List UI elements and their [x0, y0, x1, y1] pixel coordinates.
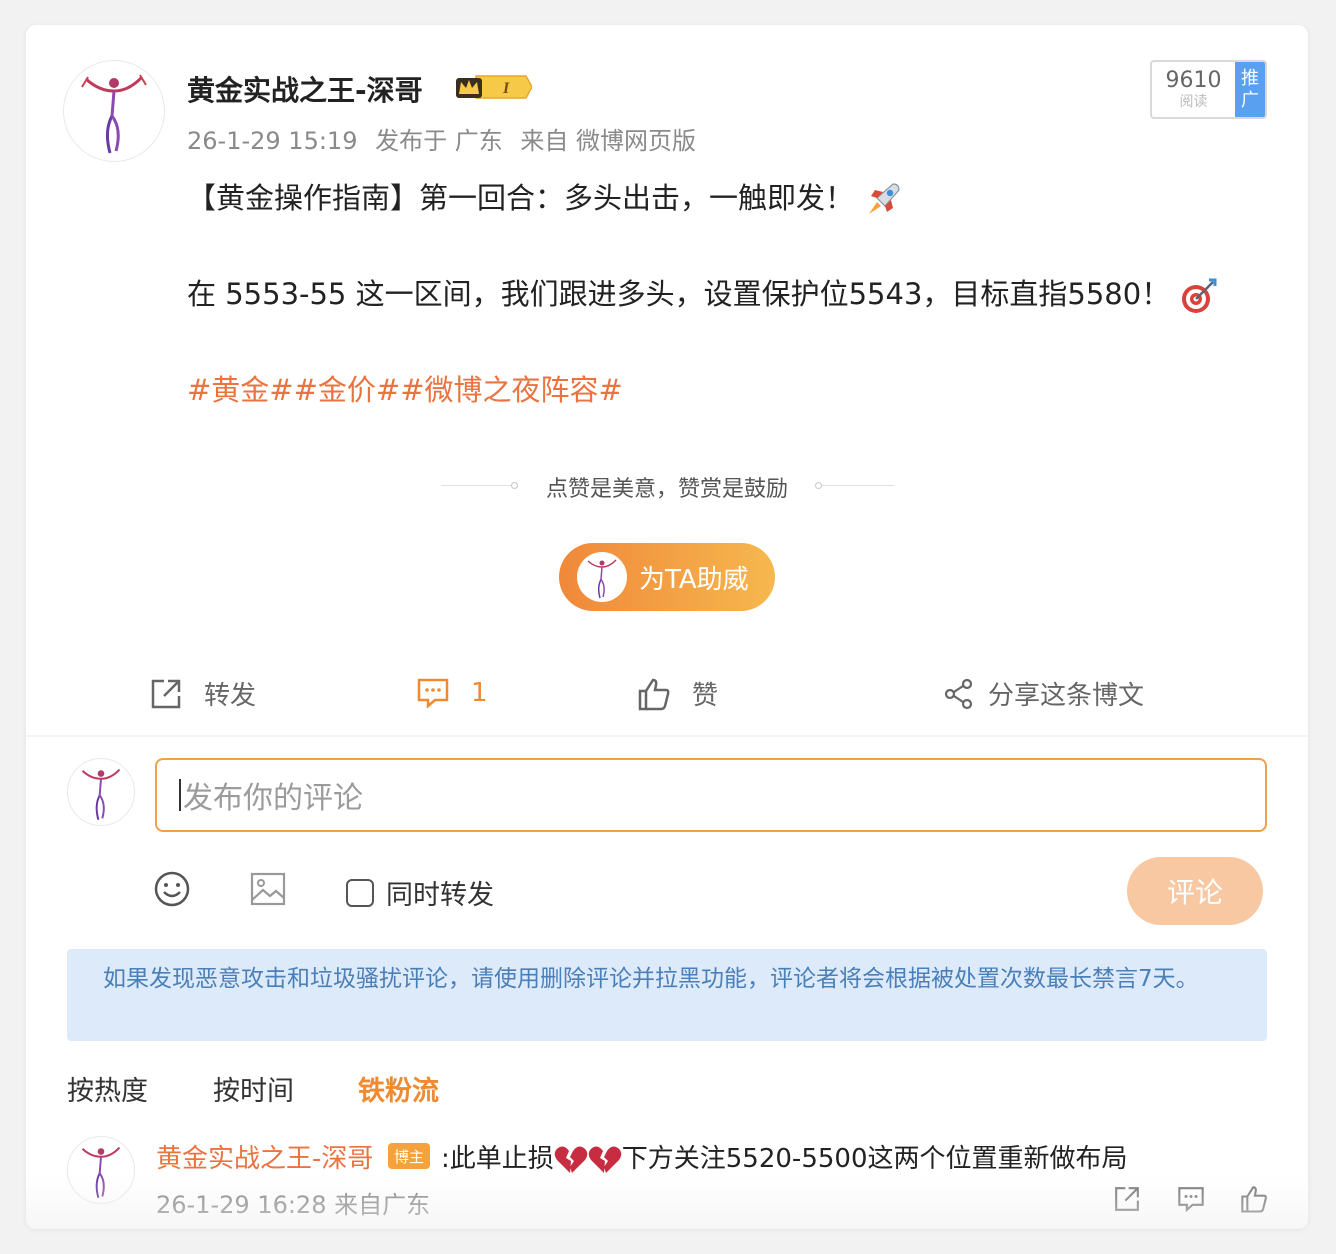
comment-timestamp: 26-1-29 16:28: [156, 1191, 327, 1219]
cheer-button[interactable]: 为TA助威: [559, 543, 775, 611]
broken-heart-icon: [588, 1146, 622, 1173]
dancer-logo-icon: [81, 768, 121, 820]
cheer-avatar: [577, 552, 627, 602]
broken-heart-icon: [554, 1146, 588, 1173]
cheer-label: 为TA助威: [639, 564, 749, 595]
comment-input[interactable]: 发布你的评论: [155, 758, 1267, 832]
repost-icon: [151, 679, 181, 708]
tab-sort-time[interactable]: 按时间: [213, 1069, 294, 1108]
repost-label: 转发: [204, 681, 257, 711]
dancer-logo-icon: [81, 74, 147, 154]
like-action[interactable]: 赞: [636, 675, 718, 712]
comment-author[interactable]: 黄金实战之王-深哥: [156, 1138, 373, 1175]
image-upload-icon[interactable]: [249, 870, 287, 908]
post-source: 来自 微博网页版: [520, 127, 697, 155]
text-caret: [179, 779, 181, 811]
dancer-logo-icon: [81, 1146, 121, 1198]
post-card: 黄金实战之王-深哥 I 26-1-29 15:19 发布于 广东 来自 微博网页…: [26, 25, 1308, 1229]
comment-reply-icon[interactable]: [1176, 1184, 1206, 1214]
share-action[interactable]: 分享这条博文: [944, 675, 1144, 712]
host-badge: 博主: [388, 1143, 430, 1169]
comment-repost-icon[interactable]: [1112, 1184, 1142, 1214]
post-meta: 26-1-29 15:19 发布于 广东 来自 微博网页版: [187, 121, 706, 156]
share-icon: [944, 678, 973, 709]
divider-dot-right: [815, 482, 822, 489]
repost-action[interactable]: 转发: [148, 675, 256, 712]
comment-count: 1: [471, 678, 488, 708]
post-timestamp[interactable]: 26-1-29 15:19: [187, 127, 357, 155]
comment-text: :此单止损 下方关注5520-5500这两个位置重新做布局: [441, 1144, 1128, 1174]
emoji-picker-icon[interactable]: [153, 870, 191, 908]
tab-sort-fans[interactable]: 铁粉流: [358, 1069, 439, 1108]
read-count: 9610: [1165, 67, 1222, 93]
post-hashtags[interactable]: #黄金##金价##微博之夜阵容#: [187, 367, 623, 409]
share-label: 分享这条博文: [988, 681, 1145, 711]
author-avatar[interactable]: [63, 60, 165, 162]
like-label: 赞: [692, 681, 719, 711]
author-name[interactable]: 黄金实战之王-深哥: [187, 69, 423, 109]
post-line-2: 在 5553-55 这一区间，我们跟进多头，设置保护位5543，目标直指5580…: [187, 271, 1219, 316]
post-line-1: 【黄金操作指南】第一回合：多头出击，一触即发！: [187, 175, 903, 220]
comment-placeholder: 发布你的评论: [183, 781, 363, 816]
dancer-logo-icon: [587, 559, 617, 599]
comment-icon: [417, 678, 449, 709]
action-bar: 转发 1 赞 分享这条博文: [26, 665, 1308, 725]
comment-source: 来自广东: [334, 1191, 431, 1219]
also-repost-label: 同时转发: [386, 880, 494, 911]
crown-badge-icon[interactable]: I: [454, 72, 532, 102]
rocket-icon: [869, 183, 900, 214]
comment-action[interactable]: 1: [415, 675, 488, 711]
tab-sort-hot[interactable]: 按热度: [67, 1069, 148, 1108]
my-avatar[interactable]: [67, 758, 135, 826]
promote-button[interactable]: 推 广: [1235, 62, 1265, 117]
post-location: 发布于 广东: [375, 127, 503, 155]
read-count-box[interactable]: 9610 阅读 推 广: [1150, 60, 1267, 119]
comment-like-icon[interactable]: [1239, 1184, 1269, 1214]
thumbs-up-icon: [638, 678, 670, 710]
moderation-notice: 如果发现恶意攻击和垃圾骚扰评论，请使用删除评论并拉黑功能，评论者将会根据被处置次…: [67, 949, 1267, 1041]
reward-tagline: 点赞是美意，赞赏是鼓励: [545, 477, 788, 502]
also-repost-checkbox[interactable]: [346, 878, 374, 907]
also-repost-toggle[interactable]: 同时转发: [346, 873, 494, 912]
divider-right: [822, 485, 894, 486]
comment-avatar[interactable]: [67, 1136, 135, 1204]
read-label: 阅读: [1179, 93, 1208, 110]
section-divider: [26, 735, 1308, 737]
crown-level-label: I: [502, 80, 510, 97]
comment-meta: 26-1-29 16:28 来自广东: [156, 1185, 430, 1220]
target-icon: [1182, 278, 1217, 313]
submit-comment-button[interactable]: 评论: [1127, 857, 1263, 925]
